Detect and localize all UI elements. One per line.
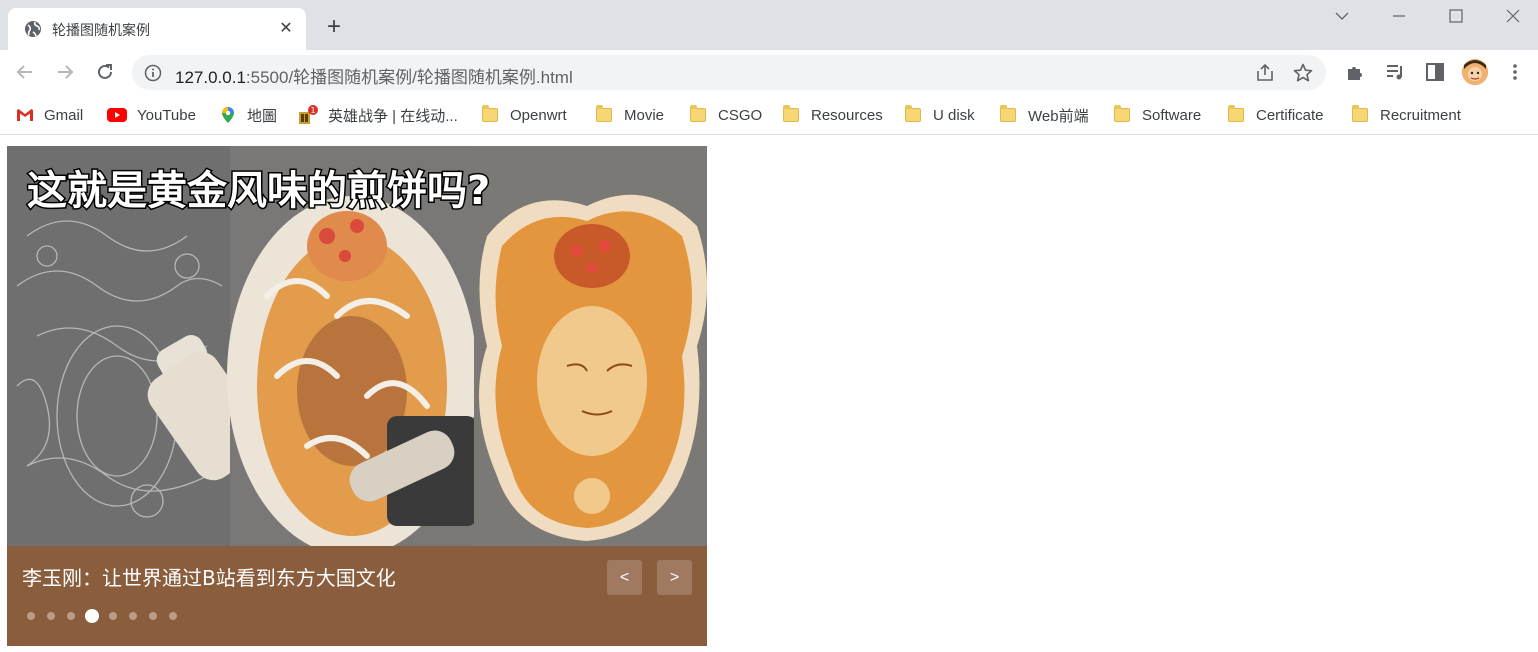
bookmark-label: U disk: [933, 106, 975, 124]
youtube-icon: [107, 108, 127, 122]
slide-indicator[interactable]: [109, 612, 117, 620]
tab-title: 轮播图随机案例: [52, 22, 150, 38]
url-path: :5500/轮播图随机案例/轮播图随机案例.html: [245, 68, 573, 87]
bookmark-label: Openwrt: [510, 106, 567, 124]
bookmark-folder-movie[interactable]: Movie: [596, 104, 664, 126]
extensions-puzzle-icon[interactable]: [1344, 61, 1366, 83]
slide-indicator[interactable]: [129, 612, 137, 620]
bookmark-label: YouTube: [137, 106, 196, 124]
bookmark-label: Web前端: [1028, 107, 1089, 125]
tab-search-chevron-icon[interactable]: [1332, 6, 1352, 26]
game-icon: 1: [299, 105, 318, 124]
url-host: 127.0.0.1: [175, 68, 246, 87]
close-window-icon[interactable]: [1503, 6, 1523, 26]
slide-caption: 李玉刚：让世界通过B站看到东方大国文化: [22, 566, 396, 590]
bookmark-label: 地圖: [247, 107, 278, 125]
slide-headline: 这就是黄金风味的煎饼吗?: [27, 168, 490, 214]
back-icon[interactable]: [13, 60, 37, 84]
bookmark-label: Certificate: [1256, 106, 1324, 124]
folder-icon: [1000, 105, 1016, 122]
bookmark-folder-web[interactable]: Web前端: [1000, 104, 1089, 126]
bookmark-folder-udisk[interactable]: U disk: [905, 104, 975, 126]
minimize-icon[interactable]: [1389, 6, 1409, 26]
tab-strip: 轮播图随机案例 ✕ +: [0, 0, 1538, 50]
bookmark-folder-recruitment[interactable]: Recruitment: [1352, 104, 1461, 126]
bookmark-youtube[interactable]: YouTube: [107, 104, 196, 126]
bookmark-folder-software[interactable]: Software: [1114, 104, 1201, 126]
bookmark-label: Recruitment: [1380, 106, 1461, 124]
media-playlist-icon[interactable]: [1384, 61, 1406, 83]
slide-indicator[interactable]: [47, 612, 55, 620]
slide-indicator[interactable]: [67, 612, 75, 620]
folder-icon: [690, 105, 706, 122]
slide-indicators: [27, 609, 189, 623]
folder-icon: [1352, 105, 1368, 122]
bookmark-label: 英雄战争 | 在线动...: [328, 107, 458, 125]
slide-indicator-active[interactable]: [85, 609, 99, 623]
prev-slide-button[interactable]: <: [607, 560, 642, 595]
new-tab-button[interactable]: +: [322, 15, 346, 40]
bookmark-gmail[interactable]: Gmail: [16, 104, 83, 126]
folder-icon: [783, 105, 799, 122]
bookmark-folder-openwrt[interactable]: Openwrt: [482, 104, 567, 126]
bookmark-folder-csgo[interactable]: CSGO: [690, 104, 762, 126]
site-info-icon[interactable]: [144, 64, 162, 82]
gmail-icon: [17, 109, 33, 121]
maps-icon: [222, 107, 234, 123]
svg-text:1: 1: [310, 106, 315, 115]
bookmark-label: Software: [1142, 106, 1202, 124]
folder-icon: [482, 105, 498, 122]
folder-icon: [905, 105, 921, 122]
slide-indicator[interactable]: [169, 612, 177, 620]
bookmark-folder-resources[interactable]: Resources: [783, 104, 883, 126]
browser-tab[interactable]: 轮播图随机案例 ✕: [8, 8, 306, 50]
url-text[interactable]: 127.0.0.1:5500/轮播图随机案例/轮播图随机案例.html: [175, 63, 573, 88]
bookmark-star-icon[interactable]: [1292, 62, 1314, 84]
folder-icon: [596, 105, 612, 122]
forward-icon[interactable]: [53, 60, 77, 84]
carousel-footer: 李玉刚：让世界通过B站看到东方大国文化 < >: [7, 546, 707, 646]
close-tab-icon[interactable]: ✕: [276, 19, 296, 39]
carousel: 这就是黄金风味的煎饼吗? 李玉刚：让世界通过B站看到东方大国文化 < >: [7, 146, 707, 646]
slide-indicator[interactable]: [149, 612, 157, 620]
bookmark-maps[interactable]: 地圖: [219, 104, 277, 126]
bookmark-label: CSGO: [718, 106, 763, 124]
browser-toolbar: 127.0.0.1:5500/轮播图随机案例/轮播图随机案例.html: [0, 50, 1538, 95]
folder-icon: [1114, 105, 1130, 122]
side-panel-icon[interactable]: [1424, 61, 1446, 83]
bookmark-label: Resources: [811, 106, 883, 124]
bookmark-label: Gmail: [44, 106, 84, 124]
bookmark-game[interactable]: 1 英雄战争 | 在线动...: [298, 104, 458, 126]
address-bar[interactable]: 127.0.0.1:5500/轮播图随机案例/轮播图随机案例.html: [132, 55, 1326, 90]
share-icon[interactable]: [1254, 62, 1276, 84]
bookmarks-bar: Gmail YouTube 地圖 1 英雄战争 | 在线动... Openwrt…: [0, 95, 1538, 135]
bookmark-folder-certificate[interactable]: Certificate: [1228, 104, 1324, 126]
maximize-icon[interactable]: [1446, 6, 1466, 26]
profile-avatar[interactable]: [1462, 59, 1488, 85]
folder-icon: [1228, 105, 1244, 122]
more-menu-icon[interactable]: [1504, 61, 1526, 83]
reload-icon[interactable]: [93, 60, 117, 84]
slide-indicator[interactable]: [27, 612, 35, 620]
next-slide-button[interactable]: >: [657, 560, 692, 595]
globe-icon: [25, 21, 41, 37]
slide-image: 这就是黄金风味的煎饼吗?: [7, 146, 707, 546]
bookmark-label: Movie: [624, 106, 665, 124]
